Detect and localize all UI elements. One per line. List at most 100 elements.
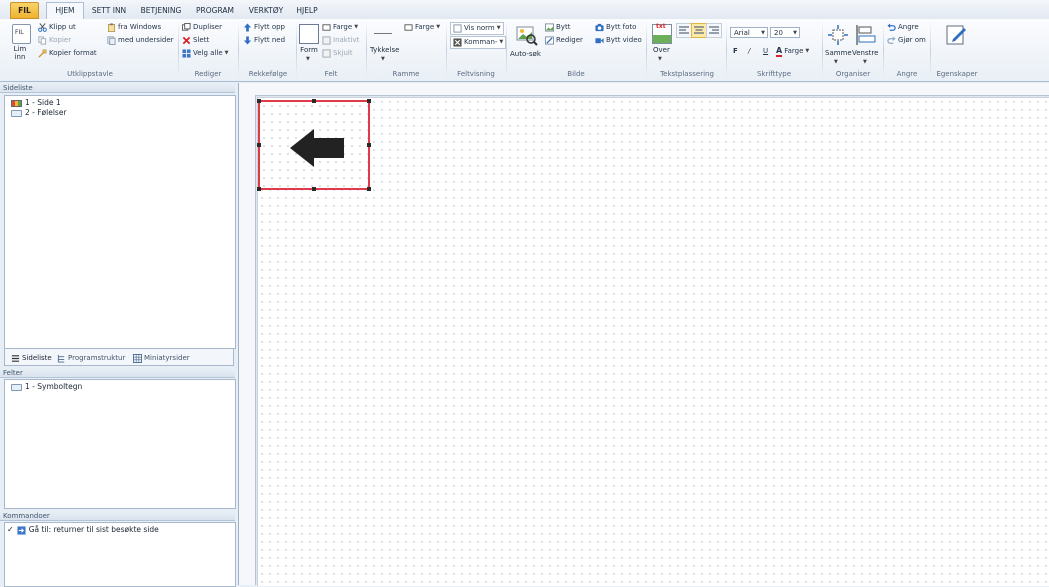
frame-color-label: Farge [415,23,435,31]
page-canvas[interactable] [257,97,1049,586]
format-brush-icon [38,49,47,58]
resize-handle[interactable] [312,187,316,191]
ribbon-separator [883,22,884,78]
panel-tabs: Sideliste Programstruktur Miniatyrsider [4,348,234,366]
page-item-2[interactable]: 2 - Følelser [11,108,67,118]
delete-button[interactable]: Slett [182,35,209,46]
clipboard-icon: FIL [12,24,31,44]
tab-help[interactable]: HJELP [292,3,322,18]
align-left-arrange-button[interactable]: Venstre ▼ [852,23,880,67]
underline-button[interactable]: U [763,46,768,57]
edit-image-button[interactable]: Rediger [545,35,583,46]
edit-label: Rediger [556,36,583,44]
tab-insert[interactable]: SETT INN [88,3,130,18]
form-button[interactable]: Form ▼ [298,23,320,67]
clipboard-group-label: Utklippstavle [67,70,113,78]
symbol-field[interactable] [257,99,371,191]
ribbon-separator [178,22,179,78]
move-down-button[interactable]: Flytt ned [243,35,285,46]
font-size-select[interactable]: 20 ▼ [770,27,800,38]
command-item-1[interactable]: ✓ Gå til: returner til sist besøkte side [7,525,159,535]
tab-file[interactable]: FIL [10,2,39,19]
move-up-button[interactable]: Flytt opp [243,22,285,33]
paste-from-windows-button[interactable]: fra Windows [107,22,161,33]
resize-handle[interactable] [367,99,371,103]
font-color-a-icon: A [776,45,783,57]
select-all-button[interactable]: Velg alle ▼ [182,48,229,59]
page-item-label: 2 - Følelser [25,108,67,117]
arrow-left-icon [290,129,344,167]
page-item-1[interactable]: 1 - Side 1 [11,98,61,108]
properties-button[interactable] [933,23,981,67]
redo-label: Gjør om [898,36,926,44]
dropdown-arrow-icon: ▼ [761,30,765,36]
tab-home[interactable]: HJEM [46,2,84,20]
dropdown-arrow-icon: ▼ [793,30,797,36]
paste-button[interactable]: FIL Lim inn [8,23,34,67]
align-right-button[interactable] [706,23,722,38]
replace-photo-button[interactable]: Bytt foto [595,22,636,33]
view-norm-label: Vis norm [464,24,495,32]
copy-format-button[interactable]: Kopier format [38,48,97,59]
video-camera-icon [595,38,604,44]
font-family-value: Arial [734,29,750,37]
same-size-button[interactable]: Samme ▼ [825,23,852,67]
copy-button[interactable]: Kopier [38,35,71,46]
resize-handle[interactable] [312,99,316,103]
auto-search-button[interactable]: Auto-søk [510,23,542,67]
thickness-button[interactable]: Tykkelse ▼ [370,23,400,67]
line-thickness-icon [374,33,392,34]
align-left-button[interactable] [676,23,692,38]
copy-label: Kopier [49,36,72,44]
tab-program-structure[interactable]: Programstruktur [57,352,125,364]
align-left-icon [679,26,689,34]
italic-button[interactable]: / [748,46,750,57]
text-over-icon-text: txt [656,23,666,30]
cut-button[interactable]: Klipp ut [38,22,76,33]
font-family-select[interactable]: Arial ▼ [730,27,768,38]
duplicate-button[interactable]: Dupliser [182,22,222,33]
resize-handle[interactable] [367,187,371,191]
tab-page-list[interactable]: Sideliste [11,352,52,364]
undo-button[interactable]: Angre [887,22,919,33]
replace-image-button[interactable]: Bytt [545,22,570,33]
field-color-button[interactable]: Farge ▼ [322,22,358,33]
resize-handle[interactable] [257,99,261,103]
resize-handle[interactable] [257,143,261,147]
paste-icon-text: FIL [15,29,24,36]
font-color-button[interactable]: A Farge ▼ [776,46,809,57]
command-item-label: Gå til: returner til sist besøkte side [28,525,159,534]
duplicate-icon [182,23,191,31]
replace-video-button[interactable]: Bytt video [595,35,642,46]
hidden-checkbox[interactable]: Skjult [322,48,353,59]
field-group-label: Felt [324,70,338,78]
copy-with-subpages-button[interactable]: med undersider [107,35,174,46]
resize-handle[interactable] [367,143,371,147]
tab-operation[interactable]: BETJENING [136,3,186,18]
resize-handle[interactable] [257,187,261,191]
commands-dropdown[interactable]: Komman- ▼ [450,36,507,49]
duplicate-label: Dupliser [193,23,222,31]
tab-thumbnails[interactable]: Miniatyrsider [133,352,190,364]
ribbon-separator [930,22,931,78]
pages-panel-title: Sideliste [0,83,235,93]
inactive-checkbox[interactable]: Inaktivt [322,35,359,46]
frame-color-button[interactable]: Farge ▼ [404,22,440,33]
bold-button[interactable]: F [733,46,738,57]
text-over-button[interactable]: txt Over ▼ [650,23,674,67]
tab-program[interactable]: PROGRAM [192,3,238,18]
page-item-label: 1 - Side 1 [25,98,61,107]
field-item-1[interactable]: 1 - Symboltegn [11,382,82,392]
tab-program-structure-label: Programstruktur [68,354,126,362]
view-norm-dropdown[interactable]: Vis norm ▼ [450,22,504,35]
redo-button[interactable]: Gjør om [887,35,926,46]
redo-icon [887,36,896,44]
ribbon-separator [822,22,823,78]
menu-bar: FIL HJEM SETT INN BETJENING PROGRAM VERK… [0,0,1049,20]
pages-list: 1 - Side 1 2 - Følelser [4,95,236,349]
edit-group-label: Rediger [194,70,222,78]
align-center-button[interactable] [691,23,707,38]
tab-tools[interactable]: VERKTØY [246,3,286,18]
hidden-label: Skjult [333,49,353,57]
ribbon-separator [446,22,447,78]
